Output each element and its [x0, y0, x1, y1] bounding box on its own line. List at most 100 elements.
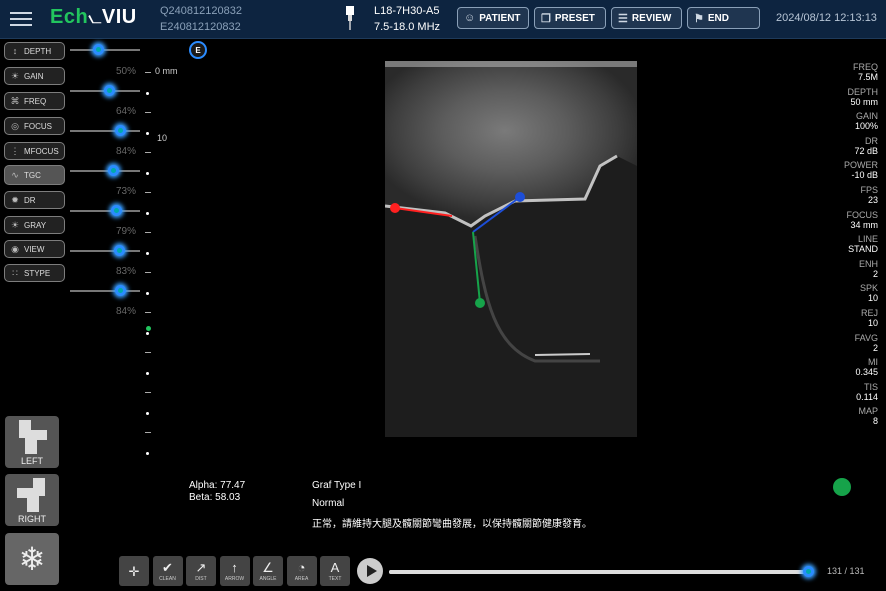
view-percent: 84% — [116, 306, 137, 317]
cine-progress-knob[interactable] — [803, 566, 814, 577]
depth-ruler-mark — [145, 152, 151, 153]
area-icon: ◔ — [297, 559, 306, 575]
param-key: TIS — [863, 381, 878, 392]
app-logo: Ech⦦VIU — [50, 6, 137, 28]
tgc-slider[interactable] — [70, 165, 140, 176]
cine-progress-track[interactable] — [389, 566, 814, 577]
logo-suffix: VIU — [101, 6, 137, 28]
param-depth: DEPTH 50 mm — [847, 87, 878, 107]
param-value: 72 dB — [854, 145, 878, 156]
param-spk: SPK 10 — [860, 283, 878, 303]
view-slider[interactable] — [70, 285, 140, 296]
depth-ruler-mark — [146, 212, 149, 215]
gain-icon: ☀ — [10, 70, 20, 81]
area-tool-label: AREA — [294, 575, 309, 582]
depth-ruler-mark — [145, 312, 151, 313]
param-gain: GAIN 100% — [855, 111, 878, 131]
preset-icon: ❐ — [541, 12, 551, 25]
review-button[interactable]: ☰ REVIEW — [611, 7, 682, 29]
arrow-icon: ↑ — [231, 559, 238, 575]
depth-ten-label: 10 — [157, 133, 168, 143]
dr-icon: ✹ — [11, 194, 19, 205]
param-key: FOCUS — [846, 209, 879, 220]
gray-slider-knob[interactable] — [114, 245, 125, 256]
param-key: FPS — [860, 185, 878, 195]
tgc-slider-knob[interactable] — [108, 165, 120, 176]
gray-button-label: GRAY — [24, 220, 47, 230]
cross-tool-button[interactable]: ✛ — [119, 556, 149, 586]
tgc-button-label: TGC — [24, 170, 41, 180]
cartilage-roof-handle[interactable] — [515, 192, 525, 202]
left-hip-marker-button[interactable]: LEFT — [5, 416, 59, 468]
image-badge[interactable]: E — [189, 41, 207, 59]
depth-ruler-mark — [145, 112, 151, 113]
grid-icon: ∷ — [12, 267, 18, 278]
param-enh: ENH 2 — [859, 259, 878, 279]
depth-button[interactable]: ↕ DEPTH — [4, 42, 65, 60]
preset-button-label: PRESET — [554, 12, 595, 24]
play-icon — [366, 565, 377, 577]
view-slider-knob[interactable] — [115, 285, 127, 296]
view-button[interactable]: ◉ VIEW — [4, 240, 65, 258]
param-rej: REJ 10 — [861, 308, 878, 328]
probe-model: L18-7H30-A5 — [374, 5, 440, 17]
end-button[interactable]: ⚑ END — [687, 7, 760, 29]
focus-slider-knob[interactable] — [115, 125, 127, 136]
mfocus-button[interactable]: ⋮ MFOCUS — [4, 142, 65, 160]
gain-slider[interactable] — [70, 44, 140, 55]
dr-slider[interactable] — [70, 205, 140, 216]
arrow-tool-button[interactable]: ↑ ARROW — [219, 556, 250, 586]
focus-slider[interactable] — [70, 125, 140, 136]
gain-button-label: GAIN — [24, 71, 44, 81]
dist-tool-button[interactable]: ↗ DIST — [186, 556, 216, 586]
param-value: 2 — [872, 342, 878, 353]
dist-tool-label: DIST — [195, 575, 207, 582]
review-icon: ☰ — [618, 12, 628, 25]
depth-ruler-mark — [146, 252, 149, 255]
focus-button[interactable]: ◎ FOCUS — [4, 117, 65, 135]
clean-tool-button[interactable]: ✔ CLEAN — [152, 556, 183, 586]
freq-slider[interactable] — [70, 85, 140, 96]
gray-button[interactable]: ☀ GRAY — [4, 216, 65, 234]
dr-slider-knob[interactable] — [111, 205, 123, 216]
depth-button-label: DEPTH — [24, 46, 52, 56]
text-tool-button[interactable]: A TEXT — [320, 556, 350, 586]
freq-button[interactable]: ⌘ FREQ — [4, 92, 65, 110]
param-value: 10 — [867, 293, 878, 304]
depth-ruler-mark — [146, 412, 149, 415]
graf-status: Normal — [312, 498, 345, 509]
frame-counter: 131 / 131 — [827, 566, 865, 576]
param-dr: DR 72 dB — [854, 136, 878, 156]
patient-button[interactable]: ☺ PATIENT — [457, 7, 529, 29]
param-line: LINE STAND — [848, 234, 878, 254]
freq-slider-knob[interactable] — [103, 85, 115, 96]
tgc-percent: 73% — [116, 186, 137, 197]
gray-slider[interactable] — [70, 245, 140, 256]
gray-icon: ☀ — [10, 219, 20, 230]
status-indicator — [833, 478, 851, 496]
depth-ruler-mark — [145, 72, 151, 73]
param-key: FAVG — [854, 332, 878, 343]
right-marker-label: RIGHT — [18, 514, 46, 524]
preset-button[interactable]: ❐ PRESET — [534, 7, 606, 29]
baseline-handle[interactable] — [390, 203, 400, 213]
right-hip-marker-button[interactable]: RIGHT — [5, 474, 59, 526]
stype-button[interactable]: ∷ STYPE — [4, 264, 65, 282]
ultrasound-image[interactable] — [385, 61, 637, 437]
param-value: 34 mm — [850, 219, 878, 230]
gain-slider-knob[interactable] — [93, 44, 104, 55]
play-button[interactable] — [357, 558, 383, 584]
bony-roof-handle[interactable] — [475, 298, 485, 308]
depth-ruler-mark — [145, 432, 151, 433]
depth-ruler-mark — [146, 332, 149, 335]
tgc-button[interactable]: ∿ TGC — [4, 165, 65, 185]
focus-percent: 84% — [116, 146, 137, 157]
cine-progress-fill — [389, 570, 809, 574]
gain-button[interactable]: ☀ GAIN — [4, 67, 65, 85]
area-tool-button[interactable]: ◔ AREA — [286, 556, 317, 586]
dr-button[interactable]: ✹ DR — [4, 191, 65, 209]
angle-tool-button[interactable]: ∠ ANGLE — [253, 556, 283, 586]
hamburger-menu-icon[interactable] — [10, 8, 32, 28]
param-key: ENH — [858, 258, 878, 269]
freeze-button[interactable]: ❄ — [5, 533, 59, 585]
